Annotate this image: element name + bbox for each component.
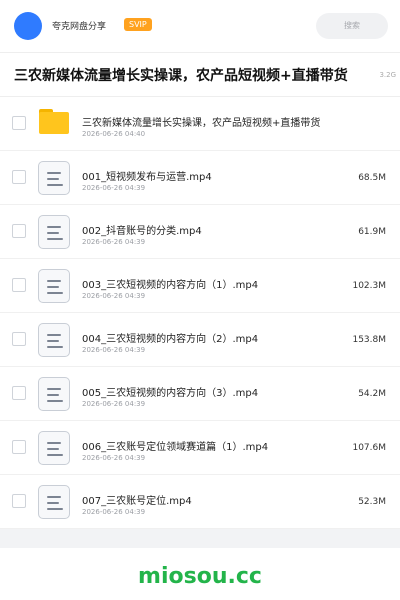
page-title: 三农新媒体流量增长实操课，农产品短视频+直播带货 <box>14 68 348 84</box>
video-file-icon <box>38 269 70 303</box>
select-checkbox[interactable] <box>12 440 26 454</box>
folder-icon <box>39 109 69 134</box>
file-name[interactable]: 003_三农短视频的内容方向（1）.mp4 <box>82 276 258 291</box>
file-name[interactable]: 004_三农短视频的内容方向（2）.mp4 <box>82 330 258 345</box>
file-size: 107.6M <box>352 443 386 453</box>
file-row[interactable]: 005_三农短视频的内容方向（3）.mp4 2026-06-26 04:39 54.… <box>0 367 400 421</box>
video-file-icon <box>38 323 70 357</box>
file-name[interactable]: 006_三农账号定位领域赛道篇（1）.mp4 <box>82 438 268 453</box>
video-file-icon <box>38 485 70 519</box>
svip-badge: SVIP <box>124 18 152 31</box>
file-name[interactable]: 002_抖音账号的分类.mp4 <box>82 222 202 237</box>
video-file-icon <box>38 431 70 465</box>
file-date: 2026-06-26 04:39 <box>82 238 146 246</box>
select-checkbox[interactable] <box>12 224 26 238</box>
file-row[interactable]: 004_三农短视频的内容方向（2）.mp4 2026-06-26 04:39 153… <box>0 313 400 367</box>
select-checkbox[interactable] <box>12 386 26 400</box>
file-name[interactable]: 001_短视频发布与运营.mp4 <box>82 168 212 183</box>
select-checkbox[interactable] <box>12 116 26 130</box>
file-date: 2026-06-26 04:39 <box>82 454 146 462</box>
video-file-icon <box>38 377 70 411</box>
file-date: 2026-06-26 04:40 <box>82 130 146 138</box>
file-date: 2026-06-26 04:39 <box>82 292 146 300</box>
footer: miosou.cc <box>0 548 400 600</box>
file-row[interactable]: 002_抖音账号的分类.mp4 2026-06-26 04:39 61.9M <box>0 205 400 259</box>
file-row[interactable]: 007_三农账号定位.mp4 2026-06-26 04:39 52.3M <box>0 475 400 529</box>
select-checkbox[interactable] <box>12 494 26 508</box>
file-row[interactable]: 003_三农短视频的内容方向（1）.mp4 2026-06-26 04:39 102… <box>0 259 400 313</box>
share-header: 夸克网盘分享 SVIP 搜索 <box>0 0 400 52</box>
file-list: 三农新媒体流量增长实操课，农产品短视频+直播带货 2026-06-26 04:40… <box>0 97 400 529</box>
file-size: 54.2M <box>358 389 386 399</box>
file-size: 68.5M <box>358 173 386 183</box>
file-size: 52.3M <box>358 497 386 507</box>
file-date: 2026-06-26 04:39 <box>82 346 146 354</box>
file-date: 2026-06-26 04:39 <box>82 184 146 192</box>
file-row[interactable]: 三农新媒体流量增长实操课，农产品短视频+直播带货 2026-06-26 04:40 <box>0 97 400 151</box>
app-name: 夸克网盘分享 <box>52 22 107 32</box>
file-size: 153.8M <box>352 335 386 345</box>
file-row[interactable]: 006_三农账号定位领域赛道篇（1）.mp4 2026-06-26 04:39 10… <box>0 421 400 475</box>
search-input[interactable]: 搜索 <box>316 13 388 39</box>
file-date: 2026-06-26 04:39 <box>82 400 146 408</box>
video-file-icon <box>38 161 70 195</box>
title-bar: 三农新媒体流量增长实操课，农产品短视频+直播带货 3.2G <box>0 52 400 97</box>
file-name[interactable]: 005_三农短视频的内容方向（3）.mp4 <box>82 384 258 399</box>
file-name[interactable]: 三农新媒体流量增长实操课，农产品短视频+直播带货 <box>82 114 320 129</box>
select-checkbox[interactable] <box>12 332 26 346</box>
watermark-text: miosou.cc <box>138 564 262 589</box>
file-size: 61.9M <box>358 227 386 237</box>
select-checkbox[interactable] <box>12 278 26 292</box>
file-row[interactable]: 001_短视频发布与运营.mp4 2026-06-26 04:39 68.5M <box>0 151 400 205</box>
select-checkbox[interactable] <box>12 170 26 184</box>
file-date: 2026-06-26 04:39 <box>82 508 146 516</box>
file-name[interactable]: 007_三农账号定位.mp4 <box>82 492 192 507</box>
total-size: 3.2G <box>379 71 396 79</box>
video-file-icon <box>38 215 70 249</box>
avatar[interactable] <box>14 12 42 40</box>
file-size: 102.3M <box>352 281 386 291</box>
